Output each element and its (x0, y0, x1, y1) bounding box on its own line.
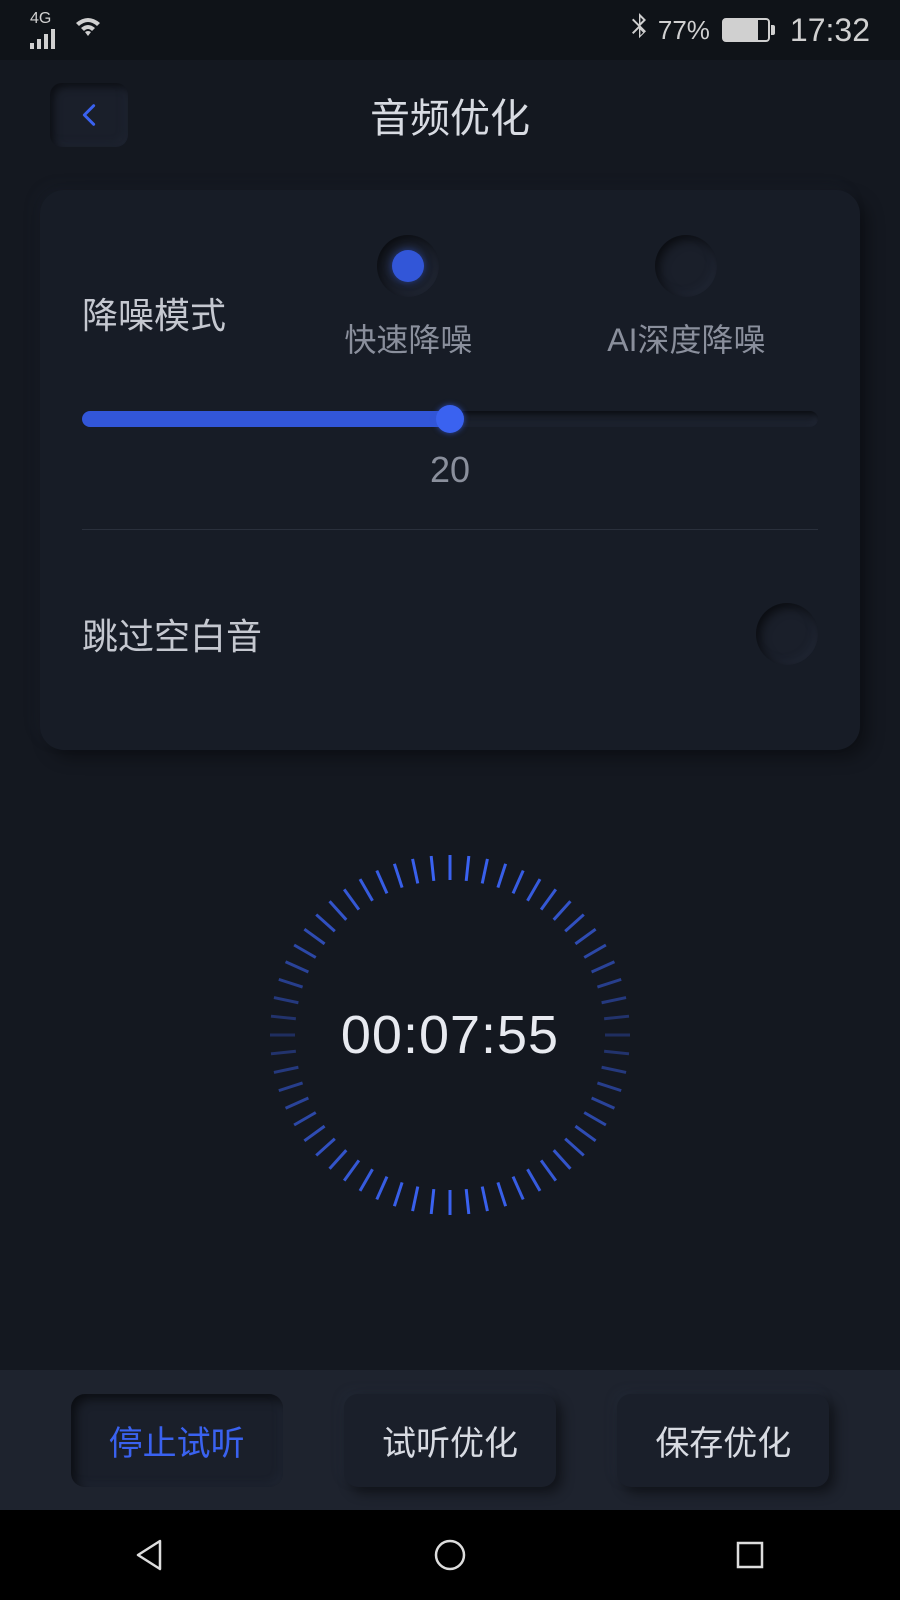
preview-optimize-button[interactable]: 试听优化 (344, 1394, 556, 1487)
bluetooth-icon (630, 13, 648, 48)
dial-ticks-icon (260, 845, 640, 1225)
timer-dial: 00:07:55 (260, 845, 640, 1225)
mode-option-fast[interactable]: 快速降噪 (344, 235, 472, 361)
battery-percent: 77% (658, 15, 710, 46)
chevron-left-icon (75, 101, 103, 129)
radio-ai[interactable] (655, 235, 717, 297)
skip-silence-row: 跳过空白音 (82, 568, 818, 690)
nav-back-icon[interactable] (130, 1535, 170, 1575)
mode-option-ai[interactable]: AI深度降噪 (607, 235, 765, 361)
divider (82, 529, 818, 530)
timer-area: 00:07:55 (0, 825, 900, 1245)
slider-value: 20 (82, 449, 818, 491)
nav-recent-icon[interactable] (730, 1535, 770, 1575)
status-bar: 4G 77% 17:32 (0, 0, 900, 60)
skip-silence-label: 跳过空白音 (82, 608, 262, 660)
save-optimize-button[interactable]: 保存优化 (617, 1394, 829, 1487)
slider-thumb[interactable] (436, 405, 464, 433)
wifi-icon (73, 14, 103, 46)
stop-preview-button[interactable]: 停止试听 (71, 1394, 283, 1487)
settings-card: 降噪模式 快速降噪 AI深度降噪 20 跳过空白音 (40, 190, 860, 750)
system-nav-bar (0, 1510, 900, 1600)
radio-fast[interactable] (377, 235, 439, 297)
network-indicator: 4G (30, 11, 55, 49)
page-title: 音频优化 (370, 86, 530, 144)
slider-fill (82, 411, 450, 427)
nav-home-icon[interactable] (430, 1535, 470, 1575)
clock: 17:32 (790, 12, 870, 49)
noise-mode-label: 降噪模式 (82, 257, 292, 339)
skip-silence-toggle[interactable] (756, 603, 818, 665)
footer-bar: 停止试听 试听优化 保存优化 (0, 1370, 900, 1510)
noise-mode-row: 降噪模式 快速降噪 AI深度降噪 (82, 235, 818, 361)
noise-slider[interactable]: 20 (82, 411, 818, 491)
back-button[interactable] (50, 83, 128, 147)
header: 音频优化 (0, 60, 900, 170)
signal-icon (30, 27, 55, 49)
battery-icon (722, 18, 770, 42)
